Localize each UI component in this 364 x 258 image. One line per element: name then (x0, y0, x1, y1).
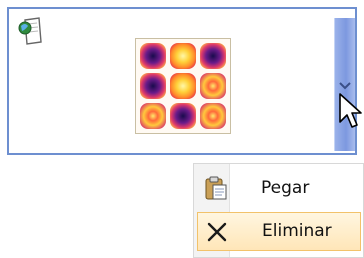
menu-item-paste[interactable]: Pegar (197, 169, 361, 208)
document-globe-icon (17, 16, 45, 48)
menu-item-paste-label: Pegar (261, 178, 310, 198)
paste-icon (203, 175, 229, 201)
menu-item-delete-label: Eliminar (262, 221, 332, 241)
delete-x-icon (204, 219, 230, 245)
chevron-down-icon (339, 76, 351, 90)
context-menu: Pegar Eliminar (193, 163, 364, 258)
mouse-pointer-icon (338, 92, 362, 132)
menu-item-delete[interactable]: Eliminar (197, 212, 361, 251)
image-thumbnail[interactable] (135, 38, 231, 134)
image-panel (7, 7, 357, 155)
